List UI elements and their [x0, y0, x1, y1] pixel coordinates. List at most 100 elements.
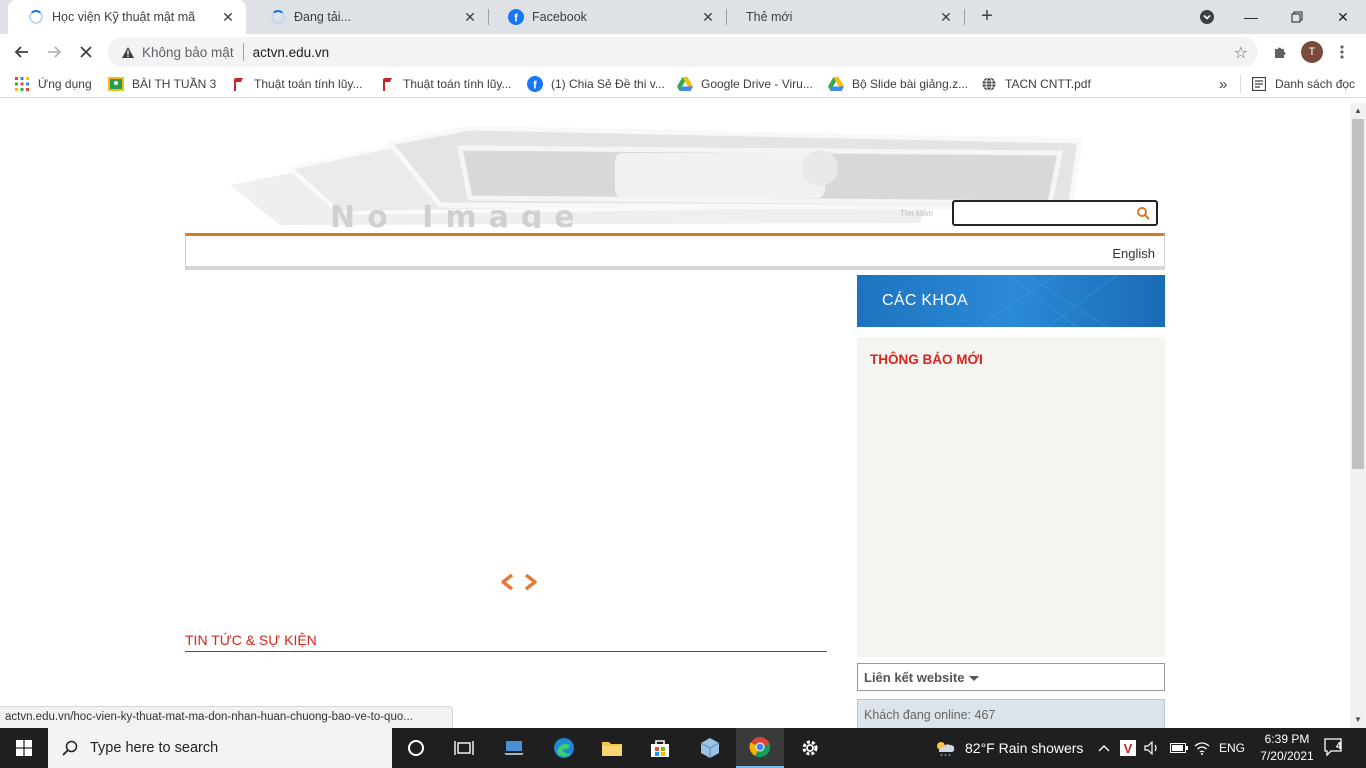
url-text[interactable]: actvn.edu.vn	[253, 45, 330, 60]
taskbar-search-box[interactable]: Type here to search	[48, 728, 392, 768]
bookmark-label: Google Drive - Viru...	[701, 77, 813, 91]
scroll-down-icon[interactable]: ▼	[1350, 712, 1366, 728]
close-tab-icon[interactable]: ✕	[938, 9, 954, 25]
extensions-button[interactable]	[1266, 38, 1294, 66]
tab-loading[interactable]: Đang tải... ✕	[250, 0, 488, 34]
omnibox-divider	[242, 43, 244, 61]
reading-list-label: Danh sách đọc	[1275, 77, 1356, 91]
bookmarks-divider	[1240, 75, 1241, 93]
taskbar-app-store[interactable]	[636, 728, 684, 768]
edge-browser-icon	[554, 738, 574, 758]
tab-search-button[interactable]	[1184, 0, 1230, 34]
network-button[interactable]	[1194, 728, 1210, 768]
notice-panel: THÔNG BÁO MỚI	[857, 337, 1165, 657]
store-bag-icon	[651, 740, 669, 757]
main-menu-bar: English	[185, 233, 1165, 270]
start-button[interactable]	[0, 728, 48, 768]
v-app-icon: V	[1120, 740, 1136, 756]
close-tab-icon[interactable]: ✕	[462, 9, 478, 25]
forward-button[interactable]	[40, 38, 68, 66]
search-icon[interactable]	[1136, 206, 1150, 220]
tab-title: Facebook	[532, 10, 587, 24]
bookmark-label: Ứng dụng	[38, 77, 92, 91]
tab-facebook[interactable]: f Facebook ✕	[488, 0, 726, 34]
bookmarks-overflow-button[interactable]: »	[1219, 75, 1227, 93]
close-tab-icon[interactable]: ✕	[700, 9, 716, 25]
chrome-menu-button[interactable]	[1328, 38, 1356, 66]
bookmark-thuat-toan-2[interactable]: Thuật toán tính lũy...	[379, 75, 512, 93]
chevron-up-icon	[1098, 745, 1110, 752]
svg-text:f: f	[514, 13, 518, 25]
close-tab-icon[interactable]: ✕	[220, 9, 236, 25]
website-links-dropdown[interactable]: Liên kết website	[857, 663, 1165, 691]
scroll-up-icon[interactable]: ▲	[1350, 103, 1366, 119]
globe-icon	[981, 76, 997, 92]
weather-widget[interactable]: 82°F Rain showers	[933, 728, 1083, 768]
notification-count: 4	[1336, 741, 1342, 752]
bookmark-apps[interactable]: Ứng dụng	[14, 75, 92, 93]
taskbar-app-file-explorer[interactable]	[588, 728, 636, 768]
taskbar-app-laptop[interactable]	[490, 728, 538, 768]
bookmark-label: BÀI TH TUẦN 3	[132, 77, 217, 91]
clock-button[interactable]: 6:39 PM 7/20/2021	[1254, 731, 1320, 765]
restore-icon	[1291, 11, 1303, 23]
tab-new[interactable]: Thẻ mới ✕	[726, 0, 964, 34]
tab-hvktmm[interactable]: Học viện Kỹ thuật mật mã ✕	[8, 0, 246, 34]
bookmark-bai-th-tuan-3[interactable]: BÀI TH TUẦN 3	[108, 75, 216, 93]
show-hidden-icons-button[interactable]	[1098, 728, 1110, 768]
close-window-button[interactable]: ✕	[1320, 0, 1366, 34]
back-arrow-icon	[14, 46, 28, 58]
browser-toolbar: Không bảo mật actvn.edu.vn ☆ T	[0, 34, 1366, 70]
taskbar-app-box[interactable]	[686, 728, 734, 768]
departments-banner[interactable]: CÁC KHOA	[857, 275, 1165, 327]
reading-list-button[interactable]: Danh sách đọc	[1251, 75, 1355, 93]
battery-button[interactable]	[1170, 728, 1188, 768]
taskbar-app-settings[interactable]	[786, 728, 834, 768]
site-search-input[interactable]	[954, 202, 1134, 224]
gear-icon	[802, 740, 818, 756]
bookmark-bo-slide[interactable]: Bộ Slide bài giảng.z...	[828, 75, 968, 93]
warning-triangle-icon[interactable]	[120, 44, 136, 60]
new-tab-button[interactable]: +	[976, 6, 998, 28]
taskbar-app-chrome[interactable]	[736, 728, 784, 768]
bookmark-label: Thuật toán tính lũy...	[254, 77, 363, 91]
security-status-text[interactable]: Không bảo mật	[142, 45, 234, 60]
profile-button[interactable]: T	[1298, 38, 1326, 66]
stop-loading-button[interactable]	[72, 38, 100, 66]
stop-x-icon	[80, 46, 92, 58]
tray-app-v[interactable]: V	[1120, 728, 1136, 768]
language-english-link[interactable]: English	[1112, 246, 1155, 261]
red-flag-icon	[379, 76, 395, 92]
scrollbar-thumb[interactable]	[1352, 119, 1364, 469]
wifi-icon	[1194, 742, 1210, 755]
notification-bubble-icon	[1324, 738, 1342, 757]
cortana-button[interactable]	[392, 728, 440, 768]
clock-time: 6:39 PM	[1264, 732, 1310, 746]
classroom-icon	[108, 76, 124, 92]
bookmark-google-drive[interactable]: Google Drive - Viru...	[677, 75, 813, 93]
volume-button[interactable]	[1144, 728, 1160, 768]
address-bar[interactable]: Không bảo mật actvn.edu.vn ☆	[108, 37, 1258, 67]
forward-arrow-icon	[48, 46, 62, 58]
bookmark-chia-se-de-thi[interactable]: f (1) Chia Sẻ Đề thi v...	[527, 75, 665, 93]
loading-spinner-icon	[28, 9, 44, 25]
battery-icon	[1170, 743, 1188, 753]
input-language-button[interactable]: ENG	[1219, 728, 1245, 768]
notifications-button[interactable]: 4	[1324, 728, 1346, 768]
back-button[interactable]	[8, 38, 36, 66]
task-view-button[interactable]	[440, 728, 488, 768]
minimize-button[interactable]: —	[1228, 0, 1274, 34]
online-visitors-box: Khách đang online: 467	[857, 699, 1165, 728]
facebook-icon: f	[508, 9, 524, 25]
taskbar-app-edge[interactable]	[540, 728, 588, 768]
restore-button[interactable]	[1274, 0, 1320, 34]
bookmark-thuat-toan-1[interactable]: Thuật toán tính lũy...	[230, 75, 363, 93]
site-search-box[interactable]	[952, 200, 1158, 226]
bookmark-tacn-cntt[interactable]: TACN CNTT.pdf	[981, 75, 1091, 93]
page-scrollbar[interactable]: ▲ ▼	[1350, 103, 1366, 728]
avatar: T	[1301, 41, 1323, 63]
tab-title: Thẻ mới	[746, 10, 793, 24]
bookmark-star-icon[interactable]: ☆	[1234, 43, 1248, 63]
notice-heading: THÔNG BÁO MỚI	[870, 352, 983, 367]
news-section-heading[interactable]: TIN TỨC & SỰ KIỆN	[185, 632, 317, 648]
